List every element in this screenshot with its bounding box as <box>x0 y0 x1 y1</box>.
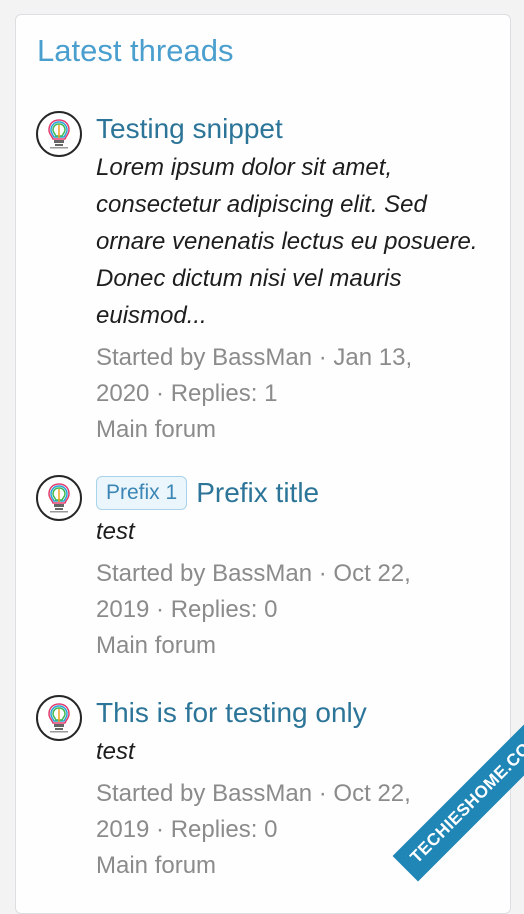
thread-title-link[interactable]: Prefix title <box>196 475 319 511</box>
latest-threads-widget: Latest threads Testing snippet Lorem ips… <box>15 14 511 914</box>
avatar[interactable] <box>36 475 82 521</box>
thread-meta: Started by BassMan · Jan 13, 2020 · Repl… <box>96 340 496 412</box>
thread-title-link[interactable]: Testing snippet <box>96 111 283 147</box>
avatar[interactable] <box>36 111 82 157</box>
thread-forum-link[interactable]: Main forum <box>96 628 496 664</box>
thread-content: Prefix 1 Prefix title test Started by Ba… <box>96 475 496 664</box>
thread-content: Testing snippet Lorem ipsum dolor sit am… <box>96 111 496 448</box>
thread-meta-line: 2019 · Replies: 0 <box>96 596 278 623</box>
thread-meta-line: Started by BassMan · Oct 22, <box>96 780 411 807</box>
thread-title-row: This is for testing only <box>96 695 496 731</box>
thread-title-row: Testing snippet <box>96 111 496 147</box>
lightbulb-logo-icon <box>48 703 70 733</box>
thread-meta-line: Started by BassMan · Oct 22, <box>96 560 411 587</box>
thread-meta-line: Started by BassMan · Jan 13, <box>96 344 413 371</box>
lightbulb-logo-icon <box>48 483 70 513</box>
thread-prefix-badge[interactable]: Prefix 1 <box>96 476 188 510</box>
thread-snippet: test <box>96 518 135 545</box>
thread-meta: Started by BassMan · Oct 22, 2019 · Repl… <box>96 556 496 628</box>
thread-snippet: Lorem ipsum dolor sit amet, consectetur … <box>96 154 478 329</box>
lightbulb-logo-icon <box>48 119 70 149</box>
avatar[interactable] <box>36 695 82 741</box>
thread-snippet: test <box>96 738 135 765</box>
thread-title-link[interactable]: This is for testing only <box>96 695 367 731</box>
widget-title: Latest threads <box>37 33 234 68</box>
thread-forum-link[interactable]: Main forum <box>96 412 496 448</box>
thread-title-row: Prefix 1 Prefix title <box>96 475 496 511</box>
thread-meta-line: 2020 · Replies: 1 <box>96 380 278 407</box>
